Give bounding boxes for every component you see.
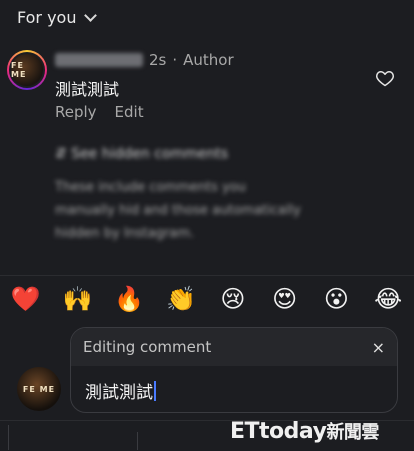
see-hidden-comments-link[interactable]: ⇵ See hidden comments	[55, 146, 228, 162]
watermark-logo: ETtoday新聞雲	[230, 419, 379, 444]
filter-label: For you	[17, 8, 77, 27]
comment-editor: Editing comment × 測試測試	[70, 327, 398, 413]
emoji-laughing-button[interactable]: 😂	[368, 285, 408, 313]
chevron-down-icon	[84, 9, 98, 22]
divider	[8, 425, 9, 450]
close-icon[interactable]: ×	[372, 338, 385, 357]
divider	[0, 275, 414, 276]
author-tag: Author	[183, 51, 234, 69]
edit-button[interactable]: Edit	[115, 103, 144, 121]
comment-text: 測試測試	[55, 80, 120, 99]
heart-icon[interactable]	[375, 68, 395, 88]
emoji-crying-button[interactable]: 😢	[213, 285, 253, 313]
current-user-avatar: FE ME	[17, 367, 61, 411]
emoji-fire-button[interactable]: 🔥	[109, 285, 149, 313]
comment-avatar[interactable]: FE ME	[7, 50, 47, 90]
editing-comment-label: Editing comment	[83, 338, 212, 356]
feed-filter-dropdown[interactable]: For you	[17, 8, 98, 27]
divider	[137, 432, 138, 450]
editor-header: Editing comment ×	[71, 328, 397, 366]
hidden-comments-description: These include comments you manually hid …	[55, 180, 301, 241]
reply-button[interactable]: Reply	[55, 103, 97, 121]
meta-separator: ·	[172, 51, 178, 69]
comment-time: 2s	[149, 51, 167, 69]
quick-emoji-bar: ❤️ 🙌 🔥 👏 😢 😍 😮 😂	[0, 282, 414, 316]
emoji-heart-eyes-button[interactable]: 😍	[265, 285, 305, 313]
emoji-surprised-button[interactable]: 😮	[316, 285, 356, 313]
comment-edit-input[interactable]: 測試測試	[71, 366, 397, 412]
emoji-raised-hands-button[interactable]: 🙌	[58, 285, 98, 313]
username[interactable]	[55, 53, 143, 67]
emoji-heart-button[interactable]: ❤️	[6, 285, 46, 313]
comment-header: 2s · Author	[55, 51, 234, 69]
emoji-clap-button[interactable]: 👏	[161, 285, 201, 313]
avatar-image: FE ME	[9, 52, 45, 88]
comment-actions: Reply Edit	[55, 103, 144, 121]
text-caret	[154, 380, 156, 401]
edit-input-value: 測試測試	[85, 383, 153, 403]
